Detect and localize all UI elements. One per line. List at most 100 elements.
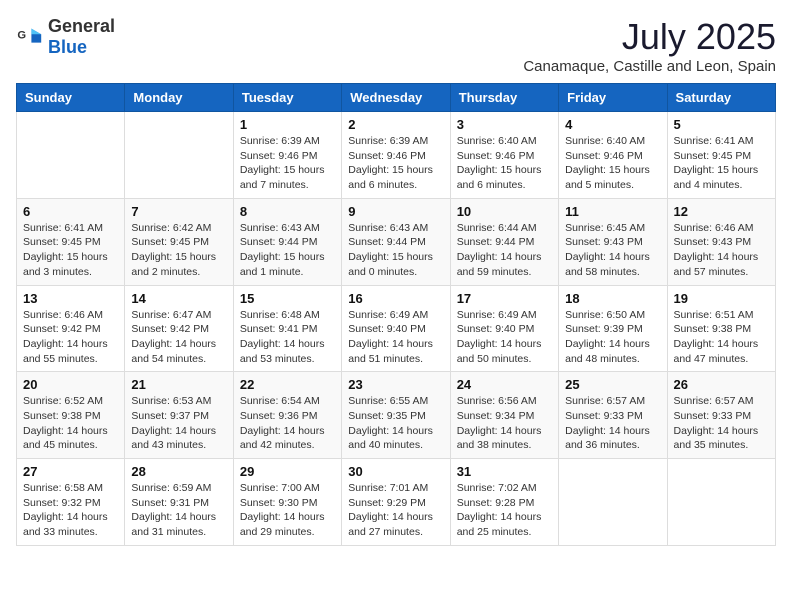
day-info: Sunrise: 6:48 AM Sunset: 9:41 PM Dayligh… xyxy=(240,308,335,367)
day-cell: 26 Sunrise: 6:57 AM Sunset: 9:33 PM Dayli… xyxy=(667,372,775,459)
day-info: Sunrise: 6:52 AM Sunset: 9:38 PM Dayligh… xyxy=(23,394,118,453)
logo-icon: G xyxy=(16,23,44,51)
logo-text: General Blue xyxy=(48,16,115,58)
weekday-header-sunday: Sunday xyxy=(17,84,125,112)
day-number: 9 xyxy=(348,204,443,219)
day-info: Sunrise: 6:55 AM Sunset: 9:35 PM Dayligh… xyxy=(348,394,443,453)
day-info: Sunrise: 6:41 AM Sunset: 9:45 PM Dayligh… xyxy=(23,221,118,280)
logo-general: General xyxy=(48,16,115,36)
day-number: 7 xyxy=(131,204,226,219)
day-cell: 3 Sunrise: 6:40 AM Sunset: 9:46 PM Daylig… xyxy=(450,112,558,199)
day-cell xyxy=(559,459,667,546)
day-cell: 17Sunrise: 6:49 AM Sunset: 9:40 PM Dayli… xyxy=(450,285,558,372)
logo: G General Blue xyxy=(16,16,115,58)
day-cell: 9Sunrise: 6:43 AM Sunset: 9:44 PM Daylig… xyxy=(342,198,450,285)
day-cell: 5 Sunrise: 6:41 AM Sunset: 9:45 PM Daylig… xyxy=(667,112,775,199)
day-number: 29 xyxy=(240,464,335,479)
day-cell: 20 Sunrise: 6:52 AM Sunset: 9:38 PM Dayli… xyxy=(17,372,125,459)
weekday-header-monday: Monday xyxy=(125,84,233,112)
day-number: 21 xyxy=(131,377,226,392)
day-info: Sunrise: 6:50 AM Sunset: 9:39 PM Dayligh… xyxy=(565,308,660,367)
day-number: 13 xyxy=(23,291,118,306)
day-cell: 29Sunrise: 7:00 AM Sunset: 9:30 PM Dayli… xyxy=(233,459,341,546)
day-cell: 13 Sunrise: 6:46 AM Sunset: 9:42 PM Dayli… xyxy=(17,285,125,372)
day-cell: 25Sunrise: 6:57 AM Sunset: 9:33 PM Dayli… xyxy=(559,372,667,459)
logo-blue: Blue xyxy=(48,37,87,57)
day-info: Sunrise: 6:45 AM Sunset: 9:43 PM Dayligh… xyxy=(565,221,660,280)
day-number: 15 xyxy=(240,291,335,306)
day-cell: 4 Sunrise: 6:40 AM Sunset: 9:46 PM Daylig… xyxy=(559,112,667,199)
day-cell: 2 Sunrise: 6:39 AM Sunset: 9:46 PM Daylig… xyxy=(342,112,450,199)
day-cell: 1 Sunrise: 6:39 AM Sunset: 9:46 PM Daylig… xyxy=(233,112,341,199)
day-cell: 12 Sunrise: 6:46 AM Sunset: 9:43 PM Dayli… xyxy=(667,198,775,285)
day-info: Sunrise: 6:53 AM Sunset: 9:37 PM Dayligh… xyxy=(131,394,226,453)
day-number: 30 xyxy=(348,464,443,479)
day-number: 16 xyxy=(348,291,443,306)
day-info: Sunrise: 6:57 AM Sunset: 9:33 PM Dayligh… xyxy=(674,394,769,453)
day-number: 3 xyxy=(457,117,552,132)
day-info: Sunrise: 6:49 AM Sunset: 9:40 PM Dayligh… xyxy=(457,308,552,367)
day-info: Sunrise: 6:58 AM Sunset: 9:32 PM Dayligh… xyxy=(23,481,118,540)
day-info: Sunrise: 6:56 AM Sunset: 9:34 PM Dayligh… xyxy=(457,394,552,453)
day-cell: 28 Sunrise: 6:59 AM Sunset: 9:31 PM Dayli… xyxy=(125,459,233,546)
day-info: Sunrise: 6:39 AM Sunset: 9:46 PM Dayligh… xyxy=(348,134,443,193)
day-cell xyxy=(125,112,233,199)
day-cell: 8 Sunrise: 6:43 AM Sunset: 9:44 PM Daylig… xyxy=(233,198,341,285)
day-cell: 27 Sunrise: 6:58 AM Sunset: 9:32 PM Dayli… xyxy=(17,459,125,546)
day-number: 4 xyxy=(565,117,660,132)
svg-text:G: G xyxy=(17,29,26,41)
day-number: 1 xyxy=(240,117,335,132)
day-number: 22 xyxy=(240,377,335,392)
day-info: Sunrise: 6:46 AM Sunset: 9:42 PM Dayligh… xyxy=(23,308,118,367)
day-cell: 23 Sunrise: 6:55 AM Sunset: 9:35 PM Dayli… xyxy=(342,372,450,459)
day-info: Sunrise: 6:54 AM Sunset: 9:36 PM Dayligh… xyxy=(240,394,335,453)
day-number: 28 xyxy=(131,464,226,479)
day-number: 25 xyxy=(565,377,660,392)
calendar-table: SundayMondayTuesdayWednesdayThursdayFrid… xyxy=(16,83,776,546)
day-number: 8 xyxy=(240,204,335,219)
day-info: Sunrise: 6:40 AM Sunset: 9:46 PM Dayligh… xyxy=(457,134,552,193)
weekday-header-row: SundayMondayTuesdayWednesdayThursdayFrid… xyxy=(17,84,776,112)
day-cell: 16 Sunrise: 6:49 AM Sunset: 9:40 PM Dayli… xyxy=(342,285,450,372)
day-cell: 7 Sunrise: 6:42 AM Sunset: 9:45 PM Daylig… xyxy=(125,198,233,285)
day-cell: 31Sunrise: 7:02 AM Sunset: 9:28 PM Dayli… xyxy=(450,459,558,546)
day-cell: 30Sunrise: 7:01 AM Sunset: 9:29 PM Dayli… xyxy=(342,459,450,546)
day-number: 2 xyxy=(348,117,443,132)
day-info: Sunrise: 6:51 AM Sunset: 9:38 PM Dayligh… xyxy=(674,308,769,367)
title-block: July 2025 Canamaque, Castille and Leon, … xyxy=(523,16,776,75)
week-row-1: 1 Sunrise: 6:39 AM Sunset: 9:46 PM Daylig… xyxy=(17,112,776,199)
day-number: 5 xyxy=(674,117,769,132)
page-header: G General Blue July 2025 Canamaque, Cast… xyxy=(16,16,776,75)
day-number: 23 xyxy=(348,377,443,392)
week-row-2: 6 Sunrise: 6:41 AM Sunset: 9:45 PM Daylig… xyxy=(17,198,776,285)
day-number: 6 xyxy=(23,204,118,219)
day-cell xyxy=(667,459,775,546)
day-number: 20 xyxy=(23,377,118,392)
day-number: 31 xyxy=(457,464,552,479)
day-cell: 15 Sunrise: 6:48 AM Sunset: 9:41 PM Dayli… xyxy=(233,285,341,372)
week-row-4: 20 Sunrise: 6:52 AM Sunset: 9:38 PM Dayli… xyxy=(17,372,776,459)
day-cell xyxy=(17,112,125,199)
day-cell: 18 Sunrise: 6:50 AM Sunset: 9:39 PM Dayli… xyxy=(559,285,667,372)
weekday-header-wednesday: Wednesday xyxy=(342,84,450,112)
day-number: 26 xyxy=(674,377,769,392)
month-title: July 2025 xyxy=(523,16,776,58)
day-info: Sunrise: 6:47 AM Sunset: 9:42 PM Dayligh… xyxy=(131,308,226,367)
weekday-header-thursday: Thursday xyxy=(450,84,558,112)
weekday-header-friday: Friday xyxy=(559,84,667,112)
day-info: Sunrise: 6:43 AM Sunset: 9:44 PM Dayligh… xyxy=(240,221,335,280)
day-cell: 6 Sunrise: 6:41 AM Sunset: 9:45 PM Daylig… xyxy=(17,198,125,285)
day-cell: 21 Sunrise: 6:53 AM Sunset: 9:37 PM Dayli… xyxy=(125,372,233,459)
day-info: Sunrise: 6:39 AM Sunset: 9:46 PM Dayligh… xyxy=(240,134,335,193)
day-info: Sunrise: 6:42 AM Sunset: 9:45 PM Dayligh… xyxy=(131,221,226,280)
day-info: Sunrise: 6:49 AM Sunset: 9:40 PM Dayligh… xyxy=(348,308,443,367)
day-number: 27 xyxy=(23,464,118,479)
day-info: Sunrise: 6:40 AM Sunset: 9:46 PM Dayligh… xyxy=(565,134,660,193)
day-number: 12 xyxy=(674,204,769,219)
day-info: Sunrise: 6:46 AM Sunset: 9:43 PM Dayligh… xyxy=(674,221,769,280)
day-info: Sunrise: 6:41 AM Sunset: 9:45 PM Dayligh… xyxy=(674,134,769,193)
day-number: 18 xyxy=(565,291,660,306)
day-cell: 22 Sunrise: 6:54 AM Sunset: 9:36 PM Dayli… xyxy=(233,372,341,459)
day-number: 10 xyxy=(457,204,552,219)
day-info: Sunrise: 6:59 AM Sunset: 9:31 PM Dayligh… xyxy=(131,481,226,540)
